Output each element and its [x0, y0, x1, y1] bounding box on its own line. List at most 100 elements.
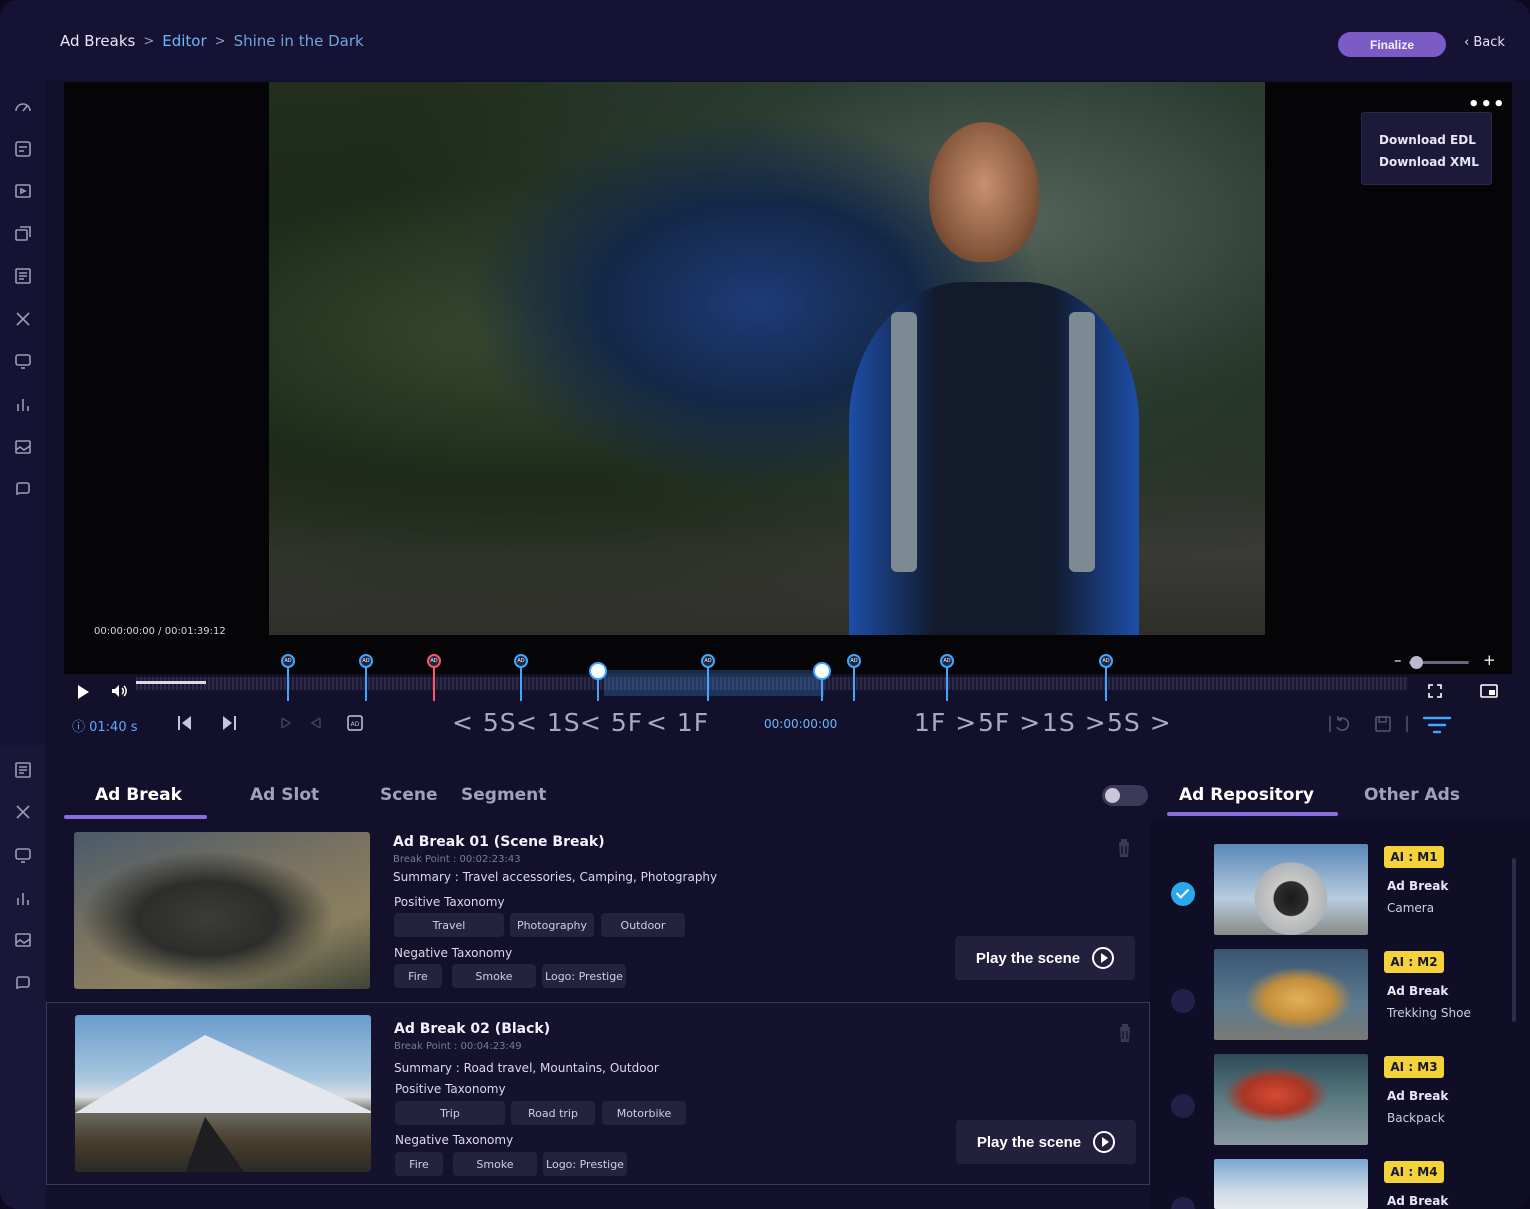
back-link[interactable]: ‹ Back: [1464, 35, 1505, 50]
ad-marker[interactable]: AD: [281, 654, 295, 704]
breadcrumb-ad-breaks[interactable]: Ad Breaks: [60, 32, 135, 50]
ai-badge: AI : M2: [1384, 951, 1444, 973]
repo-item[interactable]: AI : M3 Ad Break Backpack: [1150, 1054, 1530, 1149]
view-toggle[interactable]: [1102, 785, 1148, 806]
step-back-5f[interactable]: < 5F: [580, 708, 643, 737]
summary: Summary : Travel accessories, Camping, P…: [393, 870, 718, 884]
timeline-progress: [136, 681, 206, 684]
bar-chart-icon[interactable]: [12, 393, 34, 415]
tools-icon[interactable]: [12, 308, 34, 330]
step-back-5s[interactable]: < 5S: [452, 708, 517, 737]
finalize-button[interactable]: Finalize: [1338, 32, 1446, 57]
summary: Summary : Road travel, Mountains, Outdoo…: [394, 1061, 659, 1075]
active-repo-tab-indicator: [1167, 812, 1338, 816]
tab-segment[interactable]: Segment: [461, 785, 546, 805]
radio[interactable]: [1171, 1197, 1195, 1209]
ad-break-card[interactable]: Ad Break 01 (Scene Break) Break Point : …: [46, 820, 1150, 1003]
tab-ad-slot[interactable]: Ad Slot: [250, 785, 319, 805]
ad-marker[interactable]: AD: [1099, 654, 1113, 704]
media-library-icon[interactable]: [12, 222, 34, 244]
step-fwd-1f[interactable]: 1F >: [914, 708, 977, 737]
ad-break-title: Ad Break 02 (Black): [394, 1021, 551, 1037]
taxonomy-chip[interactable]: Outdoor: [601, 913, 685, 937]
taxonomy-chip[interactable]: Fire: [394, 964, 442, 988]
ad-marker-active[interactable]: AD: [701, 654, 715, 704]
taxonomy-chip[interactable]: Motorbike: [602, 1101, 686, 1125]
tools-icon[interactable]: [12, 801, 34, 823]
ad-tag-icon[interactable]: AD: [346, 714, 364, 732]
taxonomy-chip[interactable]: Trip: [395, 1101, 505, 1125]
chat-bubble-icon[interactable]: [12, 972, 34, 994]
repo-item[interactable]: AI : M2 Ad Break Trekking Shoe: [1150, 949, 1530, 1044]
ad-marker-selected[interactable]: [813, 654, 831, 704]
ad-marker-alert[interactable]: AD: [427, 654, 441, 704]
play-scene-button[interactable]: Play the scene: [956, 1120, 1136, 1164]
taxonomy-chip[interactable]: Road trip: [511, 1101, 595, 1125]
ad-marker[interactable]: AD: [359, 654, 373, 704]
step-fwd-1s[interactable]: 1S >: [1042, 708, 1107, 737]
repo-item[interactable]: AI : M1 Ad Break Camera: [1150, 844, 1530, 939]
volume-icon[interactable]: [110, 682, 128, 700]
filter-icon[interactable]: [1422, 714, 1452, 736]
ad-marker-selected[interactable]: [589, 654, 607, 704]
save-icon[interactable]: [1374, 714, 1410, 734]
tab-ad-repository[interactable]: Ad Repository: [1179, 785, 1314, 805]
download-xml-item[interactable]: Download XML: [1379, 151, 1491, 173]
radio[interactable]: [1171, 1094, 1195, 1118]
document-icon[interactable]: [12, 265, 34, 287]
timeline[interactable]: AD AD AD AD AD AD AD AD: [64, 640, 1512, 702]
image-gallery-icon[interactable]: [12, 929, 34, 951]
download-edl-item[interactable]: Download EDL: [1379, 129, 1491, 151]
monitor-chat-icon[interactable]: [12, 844, 34, 866]
ad-marker[interactable]: AD: [847, 654, 861, 704]
ad-marker[interactable]: AD: [940, 654, 954, 704]
taxonomy-chip[interactable]: Logo: Prestige: [543, 1152, 627, 1176]
repo-scrollbar[interactable]: [1512, 858, 1516, 1022]
step-back-1s[interactable]: < 1S: [516, 708, 581, 737]
dashboard-gauge-icon[interactable]: [12, 96, 34, 118]
taxonomy-chip[interactable]: Photography: [510, 913, 594, 937]
video-timecode: 00:00:00:00 / 00:01:39:12: [94, 626, 226, 637]
video-subject: [829, 112, 1159, 635]
sidebar-lower: [0, 745, 46, 1209]
radio[interactable]: [1171, 989, 1195, 1013]
tab-scene[interactable]: Scene: [380, 785, 437, 805]
play-circle-icon: [1092, 947, 1115, 969]
undo-icon[interactable]: [1328, 714, 1354, 734]
step-fwd-5s[interactable]: 5S >: [1107, 708, 1172, 737]
repo-type: Ad Break: [1387, 984, 1449, 998]
chat-bubble-icon[interactable]: [12, 478, 34, 500]
taxonomy-chip[interactable]: Logo: Prestige: [542, 964, 626, 988]
scene-thumbnail: [74, 832, 370, 989]
trash-icon[interactable]: [1115, 1021, 1135, 1045]
step-fwd-5f[interactable]: 5F >: [978, 708, 1041, 737]
radio-checked[interactable]: [1171, 882, 1195, 906]
tab-other-ads[interactable]: Other Ads: [1364, 785, 1460, 805]
ad-break-card-selected[interactable]: Ad Break 02 (Black) Break Point : 00:04:…: [46, 1002, 1150, 1185]
play-scene-button[interactable]: Play the scene: [955, 936, 1135, 980]
taxonomy-chip[interactable]: Travel: [394, 913, 504, 937]
video-player[interactable]: ••• Download EDL Download XML 00:00:00:0…: [64, 82, 1512, 674]
monitor-chat-icon[interactable]: [12, 350, 34, 372]
ad-break-title: Ad Break 01 (Scene Break): [393, 834, 605, 850]
trash-icon[interactable]: [1114, 836, 1134, 860]
document-icon[interactable]: [12, 759, 34, 781]
taxonomy-chip[interactable]: Smoke: [452, 964, 536, 988]
video-player-icon[interactable]: [12, 180, 34, 202]
tab-ad-break[interactable]: Ad Break: [95, 785, 182, 805]
taxonomy-chip[interactable]: Fire: [395, 1152, 443, 1176]
fullscreen-icon[interactable]: [1428, 684, 1442, 698]
scene-thumbnail: [75, 1015, 371, 1172]
ad-marker[interactable]: AD: [514, 654, 528, 704]
play-icon[interactable]: [78, 685, 89, 699]
skip-next-icon[interactable]: [220, 714, 238, 732]
checklist-icon[interactable]: [12, 138, 34, 160]
taxonomy-chip[interactable]: Smoke: [453, 1152, 537, 1176]
bar-chart-icon[interactable]: [12, 887, 34, 909]
image-gallery-icon[interactable]: [12, 436, 34, 458]
step-back-1f[interactable]: < 1F: [646, 708, 709, 737]
picture-in-picture-icon[interactable]: [1480, 684, 1498, 698]
skip-previous-icon[interactable]: [176, 714, 194, 732]
breadcrumb-editor[interactable]: Editor: [162, 32, 206, 50]
repo-item[interactable]: AI : M4 Ad Break: [1150, 1159, 1530, 1209]
